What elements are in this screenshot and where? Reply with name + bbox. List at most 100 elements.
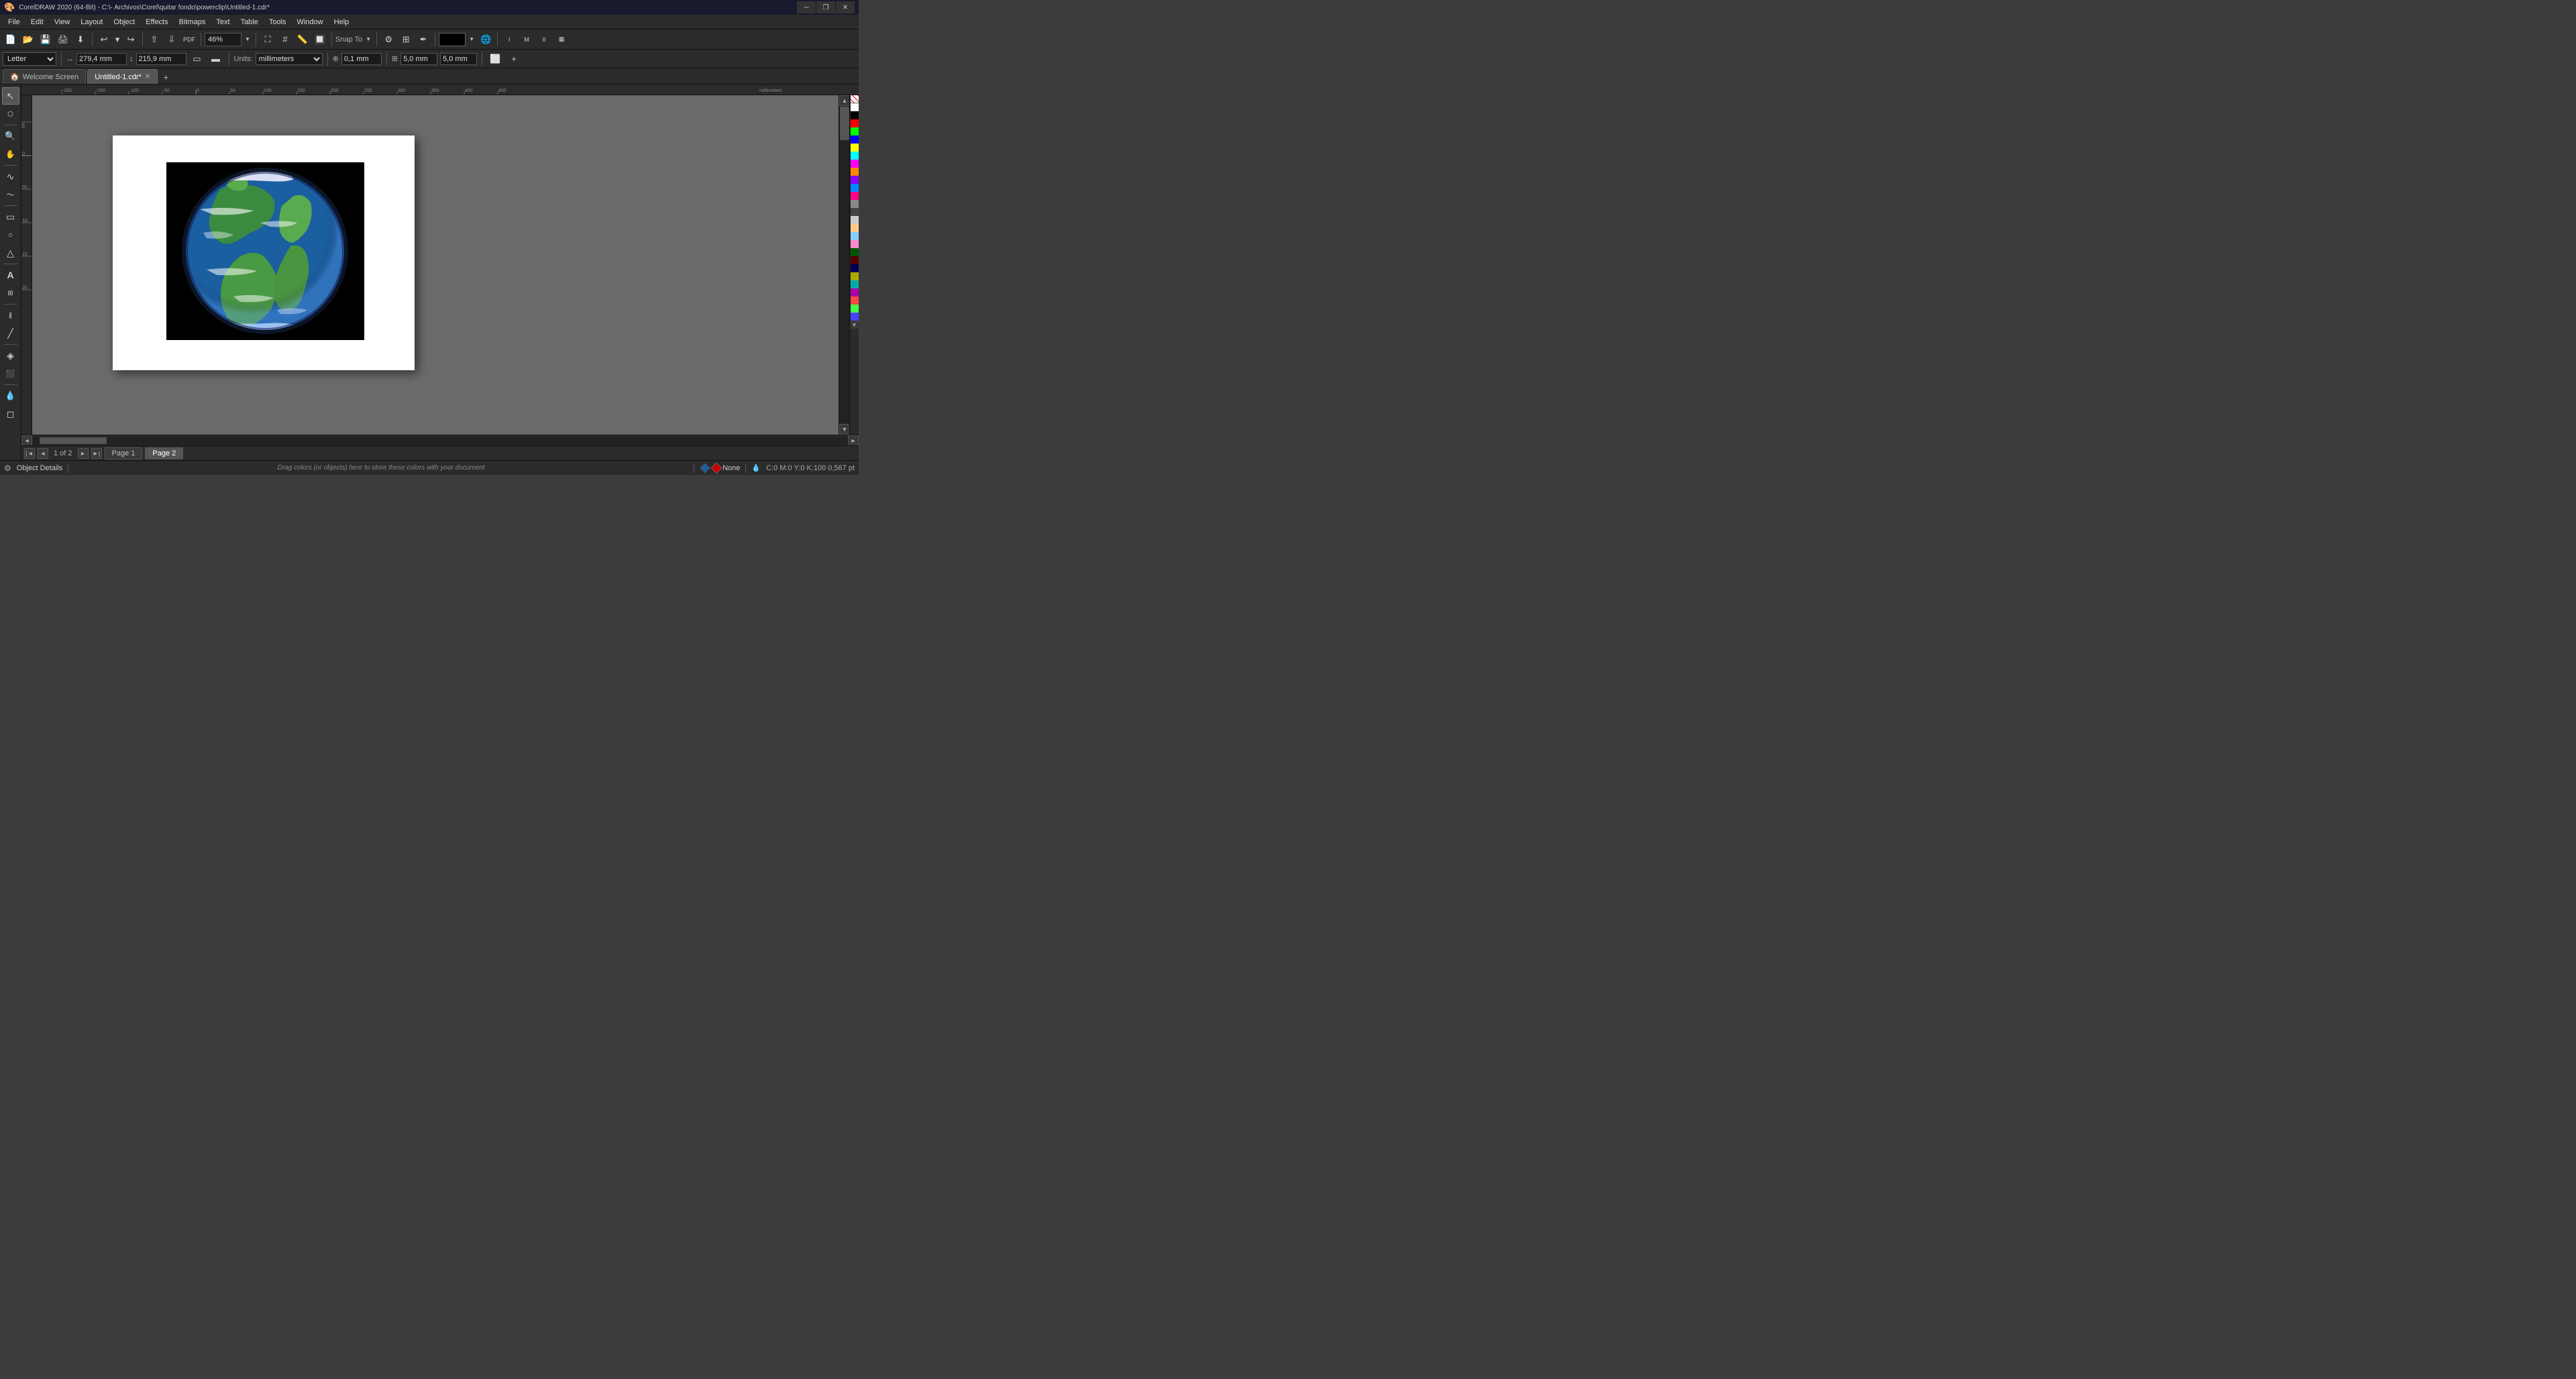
menu-item-window[interactable]: Window bbox=[292, 17, 329, 27]
open-button[interactable]: 📂 bbox=[20, 32, 36, 48]
palette-color-blue[interactable] bbox=[851, 135, 859, 144]
tool-table[interactable]: ⊞ bbox=[2, 284, 19, 302]
add-page-btn[interactable]: + bbox=[506, 51, 522, 67]
earth-powerclip[interactable] bbox=[166, 162, 364, 340]
nudge-input[interactable] bbox=[341, 53, 382, 65]
canvas-area[interactable]: ▲ ▼ bbox=[32, 95, 849, 435]
view-rulers-btn[interactable]: 📏 bbox=[294, 32, 311, 48]
tool-artistic[interactable]: 〜 bbox=[2, 186, 19, 203]
menu-item-text[interactable]: Text bbox=[211, 17, 235, 27]
hscroll-right[interactable]: ► bbox=[848, 435, 859, 446]
export-button[interactable]: ⇩ bbox=[164, 32, 180, 48]
hscroll-track[interactable] bbox=[32, 437, 848, 445]
page-fwd-btn[interactable]: ► bbox=[78, 448, 89, 459]
hscroll-left[interactable]: ◄ bbox=[21, 435, 32, 446]
tab-document[interactable]: Untitled-1.cdr* ✕ bbox=[87, 69, 158, 84]
palette-color-maroon[interactable] bbox=[851, 288, 859, 296]
palette-color-magenta[interactable] bbox=[851, 160, 859, 168]
menu-item-object[interactable]: Object bbox=[108, 17, 140, 27]
undo-button[interactable]: ↩ bbox=[96, 32, 112, 48]
vscroll-down[interactable]: ▼ bbox=[839, 424, 849, 435]
tool-polygon[interactable]: △ bbox=[2, 244, 19, 262]
restore-button[interactable]: ❐ bbox=[816, 1, 835, 13]
palette-color-orange[interactable] bbox=[851, 168, 859, 176]
tool-ellipse[interactable]: ○ bbox=[2, 226, 19, 243]
tool-freehand[interactable]: ∿ bbox=[2, 168, 19, 185]
undo-dropdown[interactable]: ▾ bbox=[113, 32, 121, 48]
page-prev-btn[interactable]: |◄ bbox=[24, 448, 35, 459]
align-button[interactable]: ⊞ bbox=[398, 32, 414, 48]
tab-close-icon[interactable]: ✕ bbox=[145, 73, 150, 80]
more-btn3[interactable]: II bbox=[536, 32, 552, 48]
portrait-btn[interactable]: ▭ bbox=[189, 51, 205, 67]
more-btn2[interactable]: M bbox=[519, 32, 535, 48]
landscape-btn[interactable]: ▬ bbox=[208, 51, 224, 67]
page-back-btn[interactable]: ◄ bbox=[38, 448, 48, 459]
vscroll-up[interactable]: ▲ bbox=[839, 95, 849, 106]
tool-node[interactable]: ⬡ bbox=[2, 105, 19, 123]
menu-item-help[interactable]: Help bbox=[329, 17, 355, 27]
menu-item-view[interactable]: View bbox=[49, 17, 76, 27]
dup-v-input[interactable] bbox=[440, 53, 477, 65]
menu-item-table[interactable]: Table bbox=[235, 17, 264, 27]
tool-select[interactable]: ↖ bbox=[2, 87, 19, 105]
palette-color-skyblue[interactable] bbox=[851, 232, 859, 240]
palette-color-darkgray[interactable] bbox=[851, 208, 859, 216]
page-tab-1[interactable]: Page 1 bbox=[105, 447, 143, 459]
page-border-btn[interactable]: ⬜ bbox=[487, 51, 503, 67]
tool-dimension[interactable]: ∦ bbox=[2, 307, 19, 324]
tool-smartfill[interactable]: ⬛ bbox=[2, 365, 19, 382]
publish-pdf-button[interactable]: PDF bbox=[181, 32, 197, 48]
snap-dropdown[interactable]: ▾ bbox=[364, 32, 373, 48]
new-button[interactable]: 📄 bbox=[3, 32, 19, 48]
palette-none[interactable] bbox=[851, 95, 859, 103]
tool-eraser[interactable]: ◻ bbox=[2, 405, 19, 423]
palette-color-yellow[interactable] bbox=[851, 144, 859, 152]
palette-color-cyan[interactable] bbox=[851, 152, 859, 160]
view-grid-btn[interactable]: # bbox=[277, 32, 293, 48]
more-btn1[interactable]: I bbox=[501, 32, 517, 48]
menu-item-effects[interactable]: Effects bbox=[140, 17, 173, 27]
palette-color-black[interactable] bbox=[851, 111, 859, 119]
tab-welcome[interactable]: 🏠 Welcome Screen bbox=[3, 69, 86, 84]
menu-item-bitmaps[interactable]: Bitmaps bbox=[174, 17, 211, 27]
palette-color-darkgreen[interactable] bbox=[851, 248, 859, 256]
menu-item-file[interactable]: File bbox=[3, 17, 25, 27]
color-dropdown[interactable]: ▾ bbox=[467, 32, 476, 48]
height-input[interactable] bbox=[136, 53, 186, 65]
import2-button[interactable]: ⇧ bbox=[146, 32, 162, 48]
tool-dropper[interactable]: 💧 bbox=[2, 387, 19, 404]
palette-color-olive[interactable] bbox=[851, 272, 859, 280]
palette-color-darkred[interactable] bbox=[851, 256, 859, 264]
palette-color-hotpink[interactable] bbox=[851, 240, 859, 248]
palette-color-periwinkle[interactable] bbox=[851, 313, 859, 321]
menu-item-tools[interactable]: Tools bbox=[264, 17, 292, 27]
tool-connector[interactable]: ╱ bbox=[2, 325, 19, 342]
palette-color-green[interactable] bbox=[851, 127, 859, 135]
save-button[interactable]: 💾 bbox=[38, 32, 54, 48]
zoom-input[interactable] bbox=[205, 33, 241, 46]
options-button[interactable]: ⚙ bbox=[380, 32, 396, 48]
print-button[interactable]: 🖨 bbox=[55, 32, 71, 48]
palette-color-white[interactable] bbox=[851, 103, 859, 111]
dup-h-input[interactable] bbox=[400, 53, 437, 65]
menu-item-edit[interactable]: Edit bbox=[25, 17, 49, 27]
fill-swatch[interactable] bbox=[711, 462, 722, 474]
color-swatch[interactable] bbox=[439, 33, 466, 46]
palette-color-darkblue[interactable] bbox=[851, 264, 859, 272]
palette-color-peach[interactable] bbox=[851, 224, 859, 232]
width-input[interactable] bbox=[76, 53, 127, 65]
palette-scroll-down[interactable]: ▼ bbox=[851, 321, 859, 329]
palette-color-purple[interactable] bbox=[851, 176, 859, 184]
vscroll-thumb[interactable] bbox=[840, 107, 849, 140]
tool-text[interactable]: A bbox=[2, 266, 19, 284]
view-snap-btn[interactable]: 🔲 bbox=[312, 32, 328, 48]
more-btn4[interactable]: ▦ bbox=[553, 32, 570, 48]
page-tab-2[interactable]: Page 2 bbox=[145, 447, 183, 459]
menu-item-layout[interactable]: Layout bbox=[75, 17, 108, 27]
color-manage-btn[interactable]: 🌐 bbox=[478, 32, 494, 48]
palette-color-teal[interactable] bbox=[851, 280, 859, 288]
tool-pan[interactable]: ✋ bbox=[2, 146, 19, 163]
palette-color-lightblue[interactable] bbox=[851, 184, 859, 192]
tool-fill[interactable]: ◈ bbox=[2, 347, 19, 364]
